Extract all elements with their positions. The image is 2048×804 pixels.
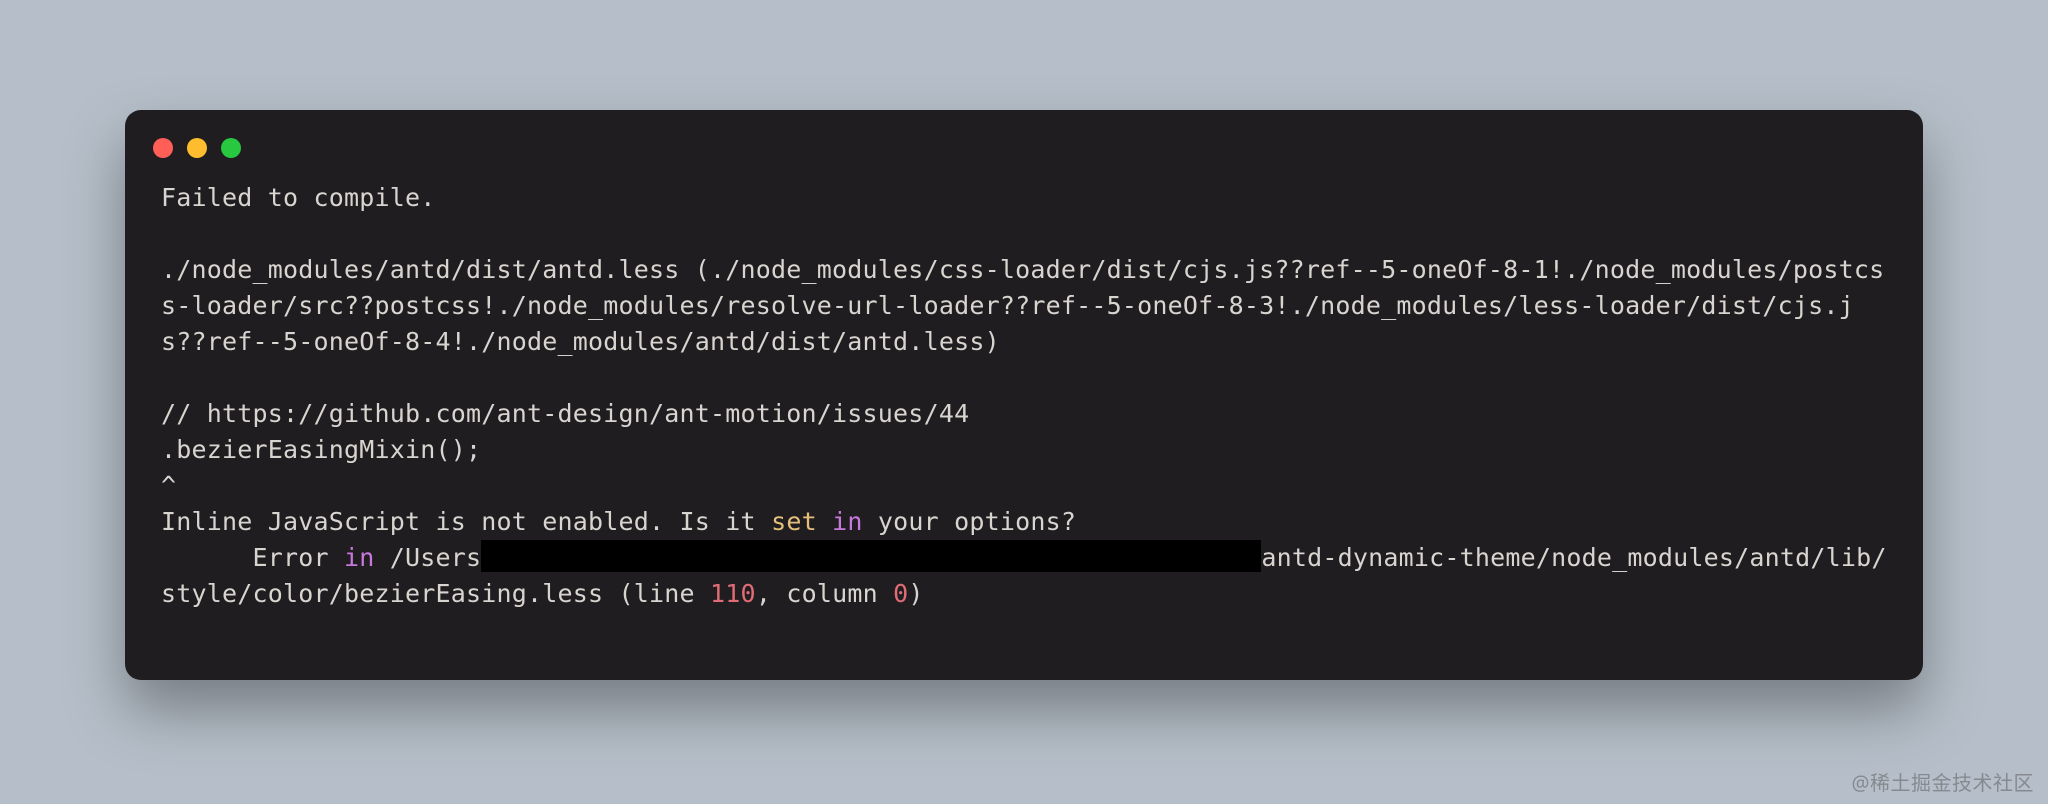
text: Inline JavaScript is not enabled. Is it [161,507,771,536]
close-icon[interactable] [153,138,173,158]
text: ) [908,579,923,608]
text: your options? [863,507,1077,536]
text: /Users [375,543,482,572]
text: Error [253,543,345,572]
maximize-icon[interactable] [221,138,241,158]
redacted-path [481,540,1261,572]
output-line: ./node_modules/antd/dist/antd.less (./no… [161,255,1884,356]
indent [161,543,253,572]
terminal-output: Failed to compile. ./node_modules/antd/d… [125,180,1923,636]
output-line: .bezierEasingMixin(); [161,435,481,464]
window-titlebar [125,130,1923,180]
minimize-icon[interactable] [187,138,207,158]
output-line: ^ [161,471,176,500]
output-line: Failed to compile. [161,183,436,212]
keyword-set: set [771,507,817,536]
keyword-in: in [344,543,375,572]
column-number: 0 [893,579,908,608]
output-line: Inline JavaScript is not enabled. Is it … [161,507,1076,536]
text [817,507,832,536]
line-number: 110 [710,579,756,608]
output-line: // https://github.com/ant-design/ant-mot… [161,399,969,428]
terminal-window: Failed to compile. ./node_modules/antd/d… [125,110,1923,680]
watermark: @稀土掘金技术社区 [1852,767,2034,796]
output-line: Error in /Usersantd-dynamic-theme/node_m… [161,543,1887,608]
keyword-in: in [832,507,863,536]
text: , column [756,579,893,608]
